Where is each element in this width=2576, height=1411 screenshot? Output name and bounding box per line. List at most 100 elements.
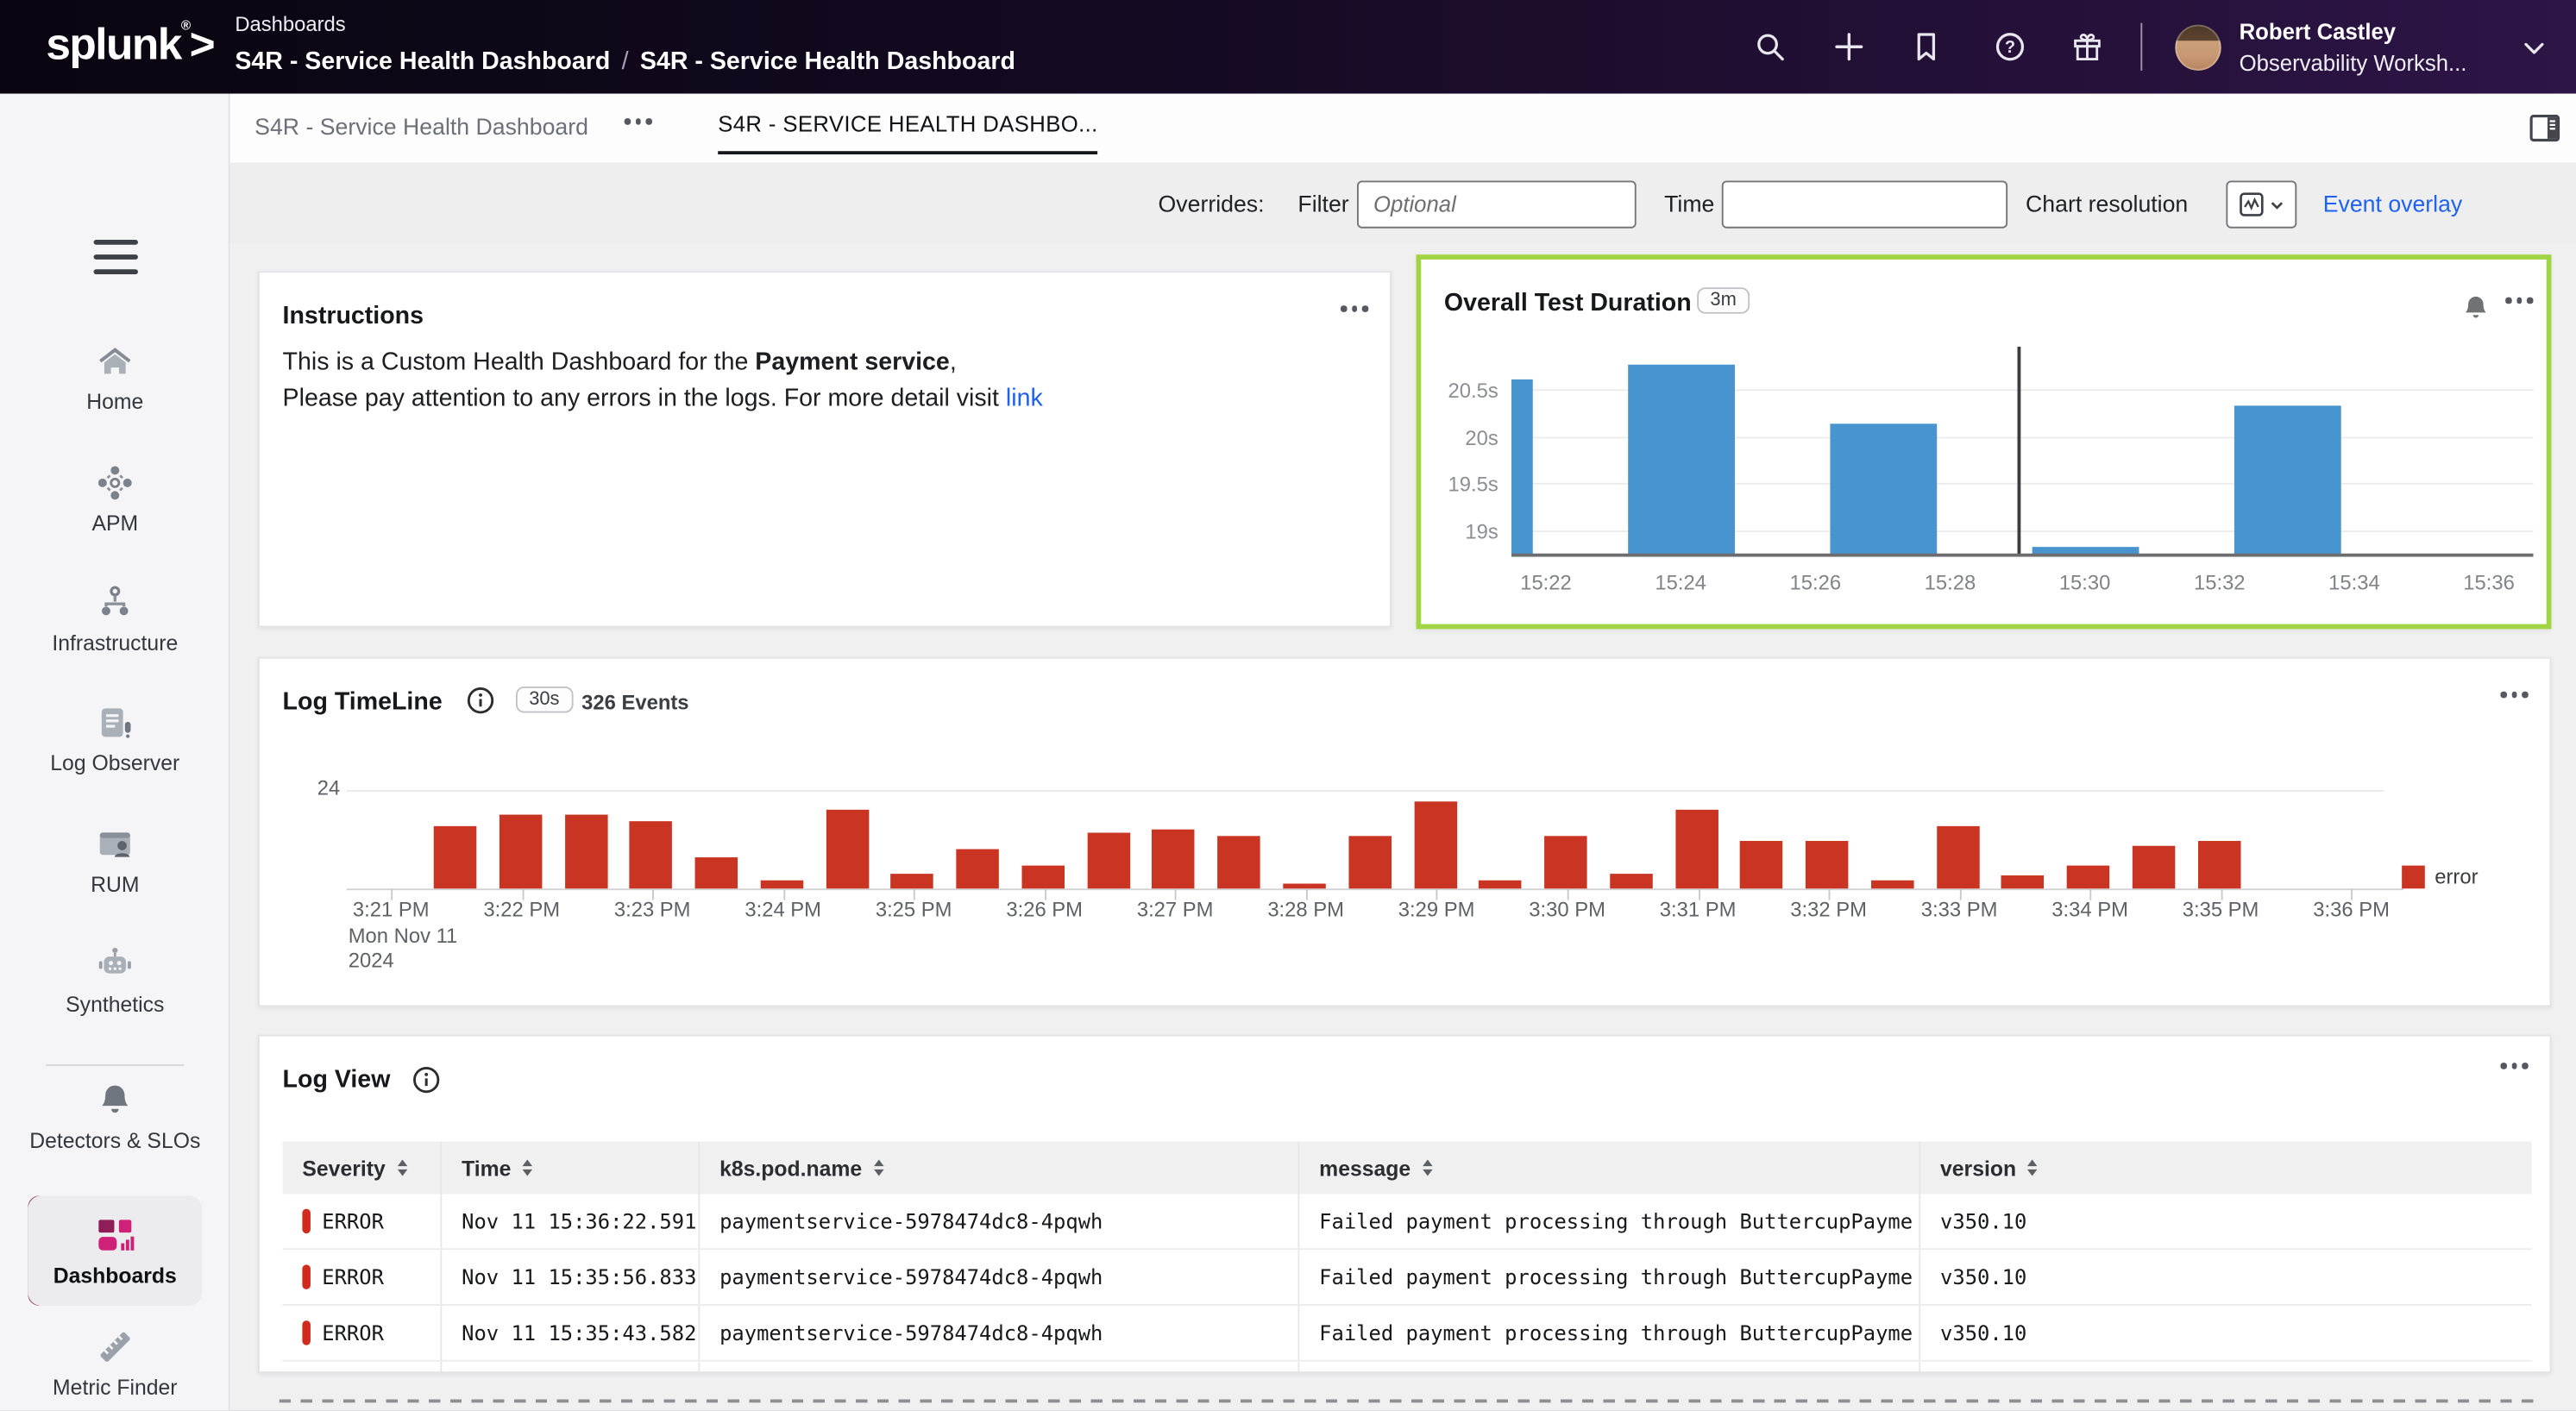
cell-severity: ERROR xyxy=(283,1194,443,1249)
alert-bell-icon[interactable] xyxy=(2463,294,2489,322)
sort-icon[interactable] xyxy=(522,1159,533,1176)
sort-icon[interactable] xyxy=(873,1159,883,1176)
log-view-panel: Log View Severity Time k8s.pod.name message… xyxy=(257,1034,2552,1374)
dashboard-group-label[interactable]: S4R - Service Health Dashboard xyxy=(254,113,588,139)
search-icon[interactable] xyxy=(1753,29,1787,64)
table-row-partial[interactable] xyxy=(282,1361,2532,1372)
overall-test-duration-panel[interactable]: Overall Test Duration 3m 20.5s 20s 19.5s 19… xyxy=(1416,254,2552,630)
timeline-x-tick-label: 3:31 PM xyxy=(1659,898,1737,922)
grid-drop-indicator xyxy=(279,1399,2539,1403)
sidebar-menu-icon[interactable] xyxy=(93,240,138,281)
timeline-bar[interactable] xyxy=(433,825,477,889)
timeline-bar[interactable] xyxy=(1936,825,1980,889)
timeline-more-icon[interactable] xyxy=(2500,691,2528,698)
instructions-link[interactable]: link xyxy=(1006,384,1043,411)
timeline-bar[interactable] xyxy=(1348,835,1392,889)
sidebar-item-dashboards[interactable]: Dashboards xyxy=(0,1213,230,1288)
timeline-bar[interactable] xyxy=(1217,836,1261,889)
timeline-bar[interactable] xyxy=(1087,832,1130,889)
tab-active-dashboard[interactable]: S4R - SERVICE HEALTH DASHBO... xyxy=(718,111,1098,155)
bookmark-icon[interactable] xyxy=(1909,29,1944,64)
filter-input[interactable] xyxy=(1356,180,1637,229)
log-observer-icon xyxy=(0,701,230,744)
info-panel-toggle-icon[interactable] xyxy=(2527,110,2563,147)
timeline-bar[interactable] xyxy=(2067,865,2110,889)
user-avatar[interactable] xyxy=(2175,24,2221,71)
sidebar-item-infrastructure[interactable]: Infrastructure xyxy=(0,581,230,655)
sidebar-item-synthetics[interactable]: Synthetics xyxy=(0,943,230,1017)
event-overlay-link[interactable]: Event overlay xyxy=(2323,191,2463,216)
timeline-bar[interactable] xyxy=(1021,865,1065,889)
overall-y-tick-label: 19.5s xyxy=(1448,473,1498,497)
chart-resolution-button[interactable] xyxy=(2226,180,2297,229)
sort-icon[interactable] xyxy=(397,1159,407,1176)
sort-icon[interactable] xyxy=(1422,1159,1432,1176)
time-input[interactable] xyxy=(1721,180,2008,229)
timeline-bar[interactable] xyxy=(1674,809,1718,889)
overall-bar[interactable] xyxy=(1627,364,1735,555)
sidebar-item-detectors-slos[interactable]: Detectors & SLOs xyxy=(0,1079,230,1153)
overall-x-tick-label: 15:34 xyxy=(2328,571,2380,595)
gift-icon[interactable] xyxy=(2070,29,2104,64)
breadcrumb-dashboard-name[interactable]: S4R - Service Health Dashboard xyxy=(640,47,1015,75)
overall-resolution-badge: 3m xyxy=(1697,287,1750,314)
cell-pod: paymentservice-5978474dc8-4pqwh xyxy=(700,1305,1300,1360)
timeline-bar[interactable] xyxy=(1152,828,1196,889)
timeline-bar[interactable] xyxy=(2001,875,2045,889)
cell-severity xyxy=(283,1361,443,1372)
timeline-bar[interactable] xyxy=(956,849,1000,889)
timeline-bar[interactable] xyxy=(1479,881,1523,889)
splunk-logo[interactable]: splunk®> xyxy=(46,18,215,71)
synthetics-icon xyxy=(0,943,230,986)
sidebar-item-metric-finder[interactable]: Metric Finder xyxy=(0,1326,230,1399)
overall-bar[interactable] xyxy=(1511,379,1532,555)
timeline-bar[interactable] xyxy=(1413,801,1457,889)
timeline-bar[interactable] xyxy=(1544,836,1587,889)
timeline-bar[interactable] xyxy=(826,809,869,889)
timeline-bar[interactable] xyxy=(1609,873,1653,889)
breadcrumb-dashboard-group[interactable]: S4R - Service Health Dashboard xyxy=(235,47,610,75)
cell-message: Failed payment processing through Butter… xyxy=(1299,1305,1921,1360)
logview-more-icon[interactable] xyxy=(2500,1063,2528,1069)
timeline-bar[interactable] xyxy=(564,813,607,889)
timeline-bar[interactable] xyxy=(2132,845,2176,889)
timeline-bar[interactable] xyxy=(694,856,738,889)
table-row[interactable]: ERROR Nov 11 15:35:56.833 paymentservice-5… xyxy=(282,1250,2532,1306)
column-header-version[interactable]: version xyxy=(1920,1142,2531,1195)
table-row[interactable]: ERROR Nov 11 15:35:43.582 paymentservice-5… xyxy=(282,1305,2532,1362)
svg-text:?: ? xyxy=(2005,38,2015,57)
column-header-k8s-pod-name[interactable]: k8s.pod.name xyxy=(700,1141,1300,1195)
info-icon[interactable] xyxy=(412,1066,440,1094)
sort-icon[interactable] xyxy=(2027,1159,2038,1176)
timeline-bar[interactable] xyxy=(890,873,934,889)
overall-bar[interactable] xyxy=(2233,404,2340,555)
table-row[interactable]: ERROR Nov 11 15:36:22.591 paymentservice-5… xyxy=(282,1194,2532,1251)
timeline-bar[interactable] xyxy=(629,821,673,889)
sidebar-item-apm[interactable]: APM xyxy=(0,461,230,536)
column-header-severity[interactable]: Severity xyxy=(283,1141,443,1195)
instructions-title: Instructions xyxy=(282,302,424,330)
overall-x-tick-label: 15:24 xyxy=(1655,571,1706,595)
overall-bar[interactable] xyxy=(1829,423,1937,555)
overall-more-icon[interactable] xyxy=(2505,297,2533,304)
timeline-bar[interactable] xyxy=(2197,841,2241,889)
timeline-bar[interactable] xyxy=(760,881,803,889)
sidebar-item-rum[interactable]: RUM xyxy=(0,823,230,897)
add-icon[interactable] xyxy=(1831,29,1866,64)
instructions-more-icon[interactable] xyxy=(1340,305,1368,311)
timeline-bar[interactable] xyxy=(499,813,542,889)
severity-error-icon xyxy=(302,1264,311,1289)
column-header-time[interactable]: Time xyxy=(442,1141,701,1195)
info-icon[interactable] xyxy=(467,687,494,714)
timeline-bar[interactable] xyxy=(1806,841,1849,889)
help-icon[interactable]: ? xyxy=(1993,29,2027,64)
timeline-bar[interactable] xyxy=(1283,883,1326,889)
sidebar-item-log-observer[interactable]: Log Observer xyxy=(0,701,230,775)
sidebar-item-home[interactable]: Home xyxy=(0,340,230,414)
user-menu-chevron-down-icon[interactable] xyxy=(2520,34,2548,62)
column-header-message[interactable]: message xyxy=(1299,1141,1921,1195)
user-menu[interactable]: Robert Castley Observability Worksh... xyxy=(2240,16,2467,78)
tab-more-icon[interactable] xyxy=(624,118,652,124)
timeline-bar[interactable] xyxy=(1740,841,1783,889)
timeline-bar[interactable] xyxy=(1870,880,1914,889)
